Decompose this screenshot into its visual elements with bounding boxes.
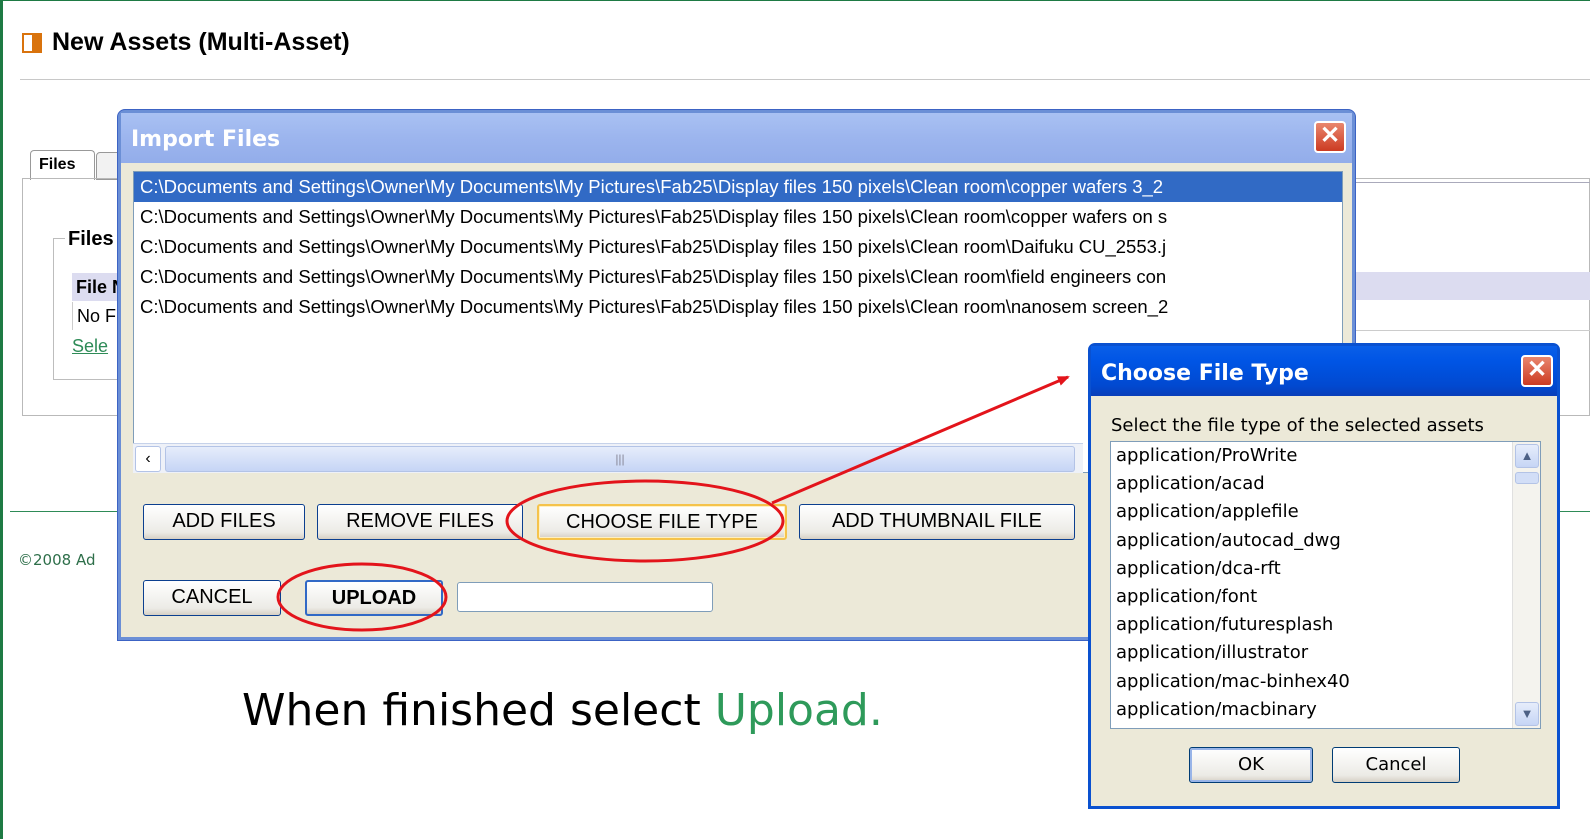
- file-list-item[interactable]: C:\Documents and Settings\Owner\My Docum…: [134, 292, 1342, 322]
- type-dialog-prompt: Select the file type of the selected ass…: [1111, 415, 1484, 436]
- table-header-bar: [1340, 272, 1590, 300]
- vertical-scrollbar[interactable]: ▲ ▼: [1512, 442, 1540, 728]
- file-list-item[interactable]: C:\Documents and Settings\Owner\My Docum…: [134, 262, 1342, 292]
- caption-highlight: Upload.: [714, 685, 883, 736]
- file-list-item[interactable]: C:\Documents and Settings\Owner\My Docum…: [134, 232, 1342, 262]
- copyright-text: ©2008 Ad: [18, 551, 96, 569]
- add-files-button[interactable]: ADD FILES: [143, 504, 305, 540]
- select-files-link[interactable]: Sele: [72, 336, 108, 357]
- footer-divider: [10, 511, 130, 512]
- cancel-type-button[interactable]: Cancel: [1332, 747, 1460, 783]
- file-type-item[interactable]: application/acad: [1111, 470, 1540, 498]
- choose-file-type-button[interactable]: CHOOSE FILE TYPE: [537, 504, 787, 540]
- file-type-item[interactable]: application/dca-rft: [1111, 555, 1540, 583]
- file-type-item[interactable]: application/font: [1111, 583, 1540, 611]
- file-type-item[interactable]: application/mac-binhex40: [1111, 668, 1540, 696]
- instruction-caption: When finished select Upload.: [242, 685, 883, 736]
- file-type-item[interactable]: application/applefile: [1111, 498, 1540, 526]
- close-icon[interactable]: ✕: [1521, 355, 1553, 387]
- file-type-item[interactable]: application/autocad_dwg: [1111, 527, 1540, 555]
- upload-status-field[interactable]: [457, 582, 713, 612]
- files-legend: Files: [65, 228, 117, 251]
- page-title-text: New Assets (Multi-Asset): [52, 28, 350, 56]
- choose-file-type-dialog: Choose File Type ✕ Select the file type …: [1088, 343, 1560, 809]
- scrollbar-thumb[interactable]: |||: [165, 446, 1075, 472]
- file-type-item[interactable]: application/illustrator: [1111, 639, 1540, 667]
- file-type-item[interactable]: application/ProWrite: [1111, 442, 1540, 470]
- file-list-item[interactable]: C:\Documents and Settings\Owner\My Docum…: [134, 172, 1342, 202]
- page-title: New Assets (Multi-Asset): [22, 28, 350, 57]
- import-dialog-title: Import Files: [121, 113, 1352, 163]
- divider: [1340, 182, 1590, 183]
- divider: [20, 79, 1590, 80]
- tab-files[interactable]: Files: [30, 150, 95, 180]
- title-square-icon: [22, 32, 42, 53]
- scrollbar-thumb[interactable]: [1515, 472, 1539, 484]
- file-list-item[interactable]: C:\Documents and Settings\Owner\My Docum…: [134, 202, 1342, 232]
- divider: [1340, 330, 1590, 331]
- ok-button[interactable]: OK: [1189, 747, 1313, 783]
- scroll-left-icon[interactable]: ‹: [135, 446, 161, 472]
- horizontal-scrollbar[interactable]: ‹ |||: [133, 443, 1083, 473]
- close-icon[interactable]: ✕: [1314, 121, 1346, 153]
- remove-files-button[interactable]: REMOVE FILES: [317, 504, 523, 540]
- cancel-button[interactable]: CANCEL: [143, 580, 281, 616]
- scroll-up-icon[interactable]: ▲: [1515, 444, 1539, 468]
- file-type-list[interactable]: application/ProWrite application/acad ap…: [1110, 441, 1541, 729]
- add-thumbnail-file-button[interactable]: ADD THUMBNAIL FILE: [799, 504, 1075, 540]
- type-dialog-title: Choose File Type: [1091, 346, 1557, 396]
- caption-text: When finished select: [242, 685, 715, 736]
- upload-button[interactable]: UPLOAD: [305, 580, 443, 616]
- scroll-down-icon[interactable]: ▼: [1515, 702, 1539, 726]
- file-type-item[interactable]: application/futuresplash: [1111, 611, 1540, 639]
- file-type-item[interactable]: application/macbinary: [1111, 696, 1540, 724]
